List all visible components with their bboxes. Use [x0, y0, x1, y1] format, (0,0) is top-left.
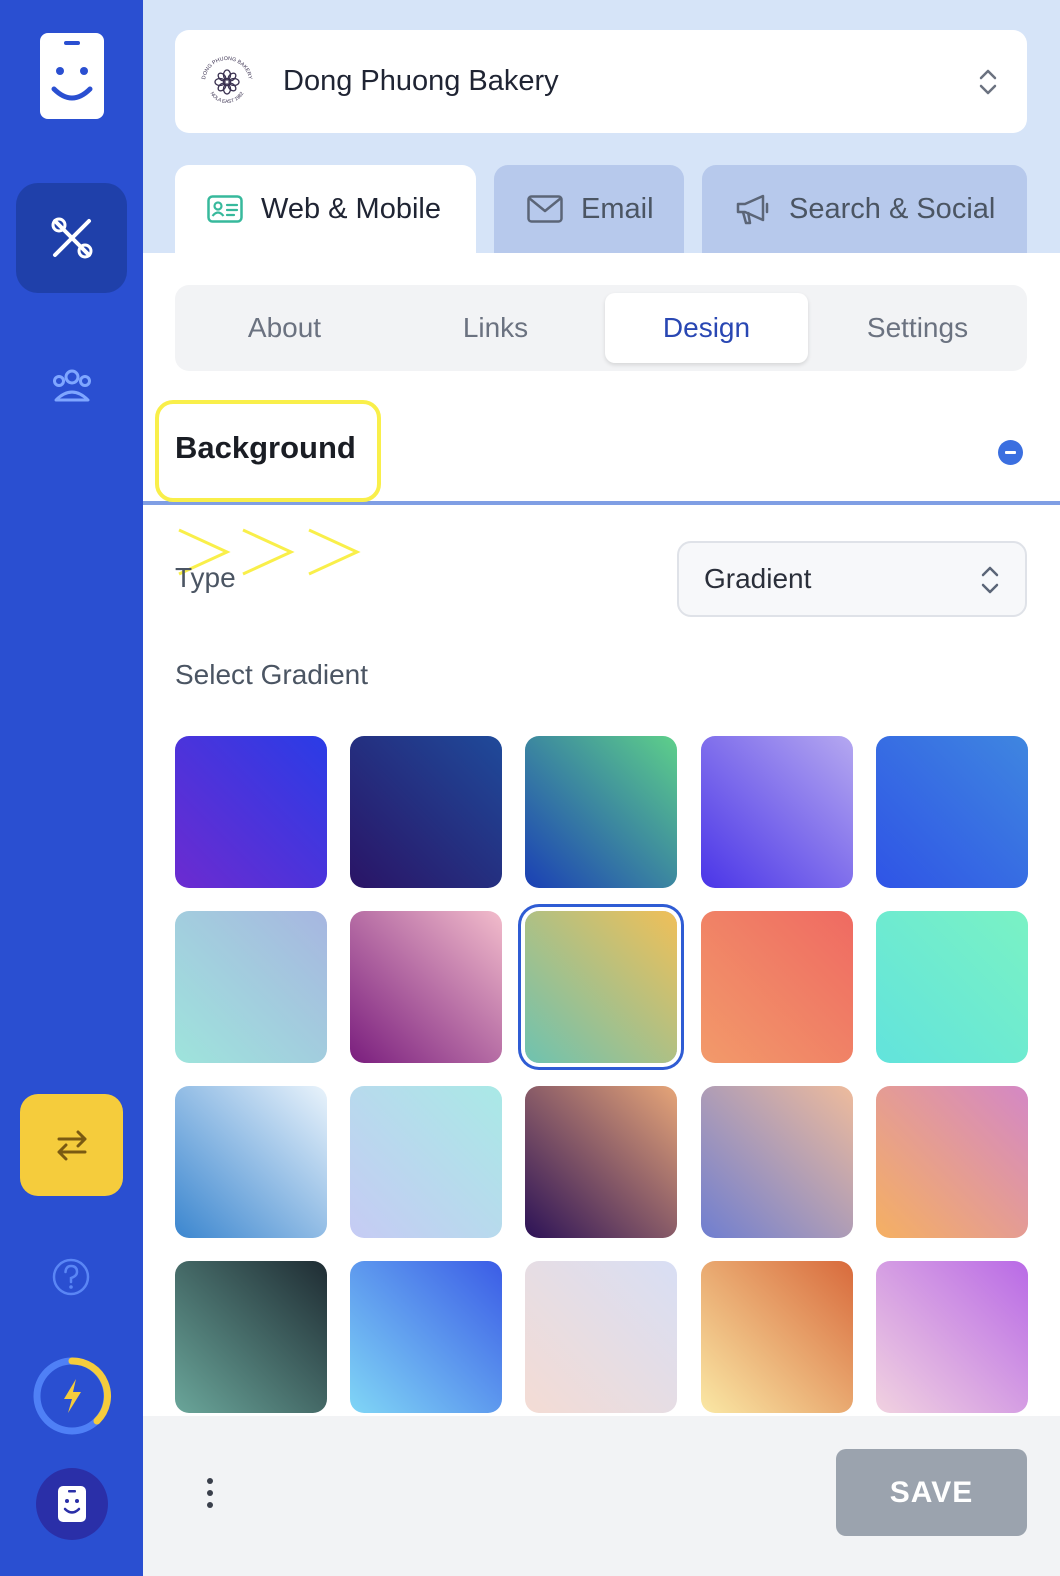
gradient-swatch[interactable]: [350, 1086, 502, 1238]
tab-web-mobile[interactable]: Web & Mobile: [175, 165, 476, 253]
profile-avatar-button[interactable]: [36, 1468, 108, 1540]
chevron-up-down-icon: [979, 69, 997, 95]
help-icon: [52, 1258, 90, 1296]
tab-search-social[interactable]: Search & Social: [702, 165, 1027, 253]
gradient-swatch[interactable]: [876, 1086, 1028, 1238]
smiley-logo-icon: [51, 41, 93, 101]
gradient-swatch[interactable]: [876, 736, 1028, 888]
collapse-minus-icon[interactable]: [998, 440, 1023, 465]
gradient-swatch[interactable]: [525, 736, 677, 888]
sidebar-tools-button[interactable]: [16, 183, 127, 293]
boost-progress-button[interactable]: [31, 1355, 113, 1437]
gradient-swatch[interactable]: [525, 911, 677, 1063]
chevron-up-down-icon: [981, 566, 999, 594]
sub-tabs: About Links Design Settings: [175, 285, 1027, 371]
team-icon: [53, 369, 91, 402]
save-button[interactable]: SAVE: [836, 1449, 1027, 1536]
tools-icon: [51, 217, 92, 259]
megaphone-icon: [735, 193, 771, 225]
tab-email[interactable]: Email: [494, 165, 684, 253]
envelope-icon: [527, 195, 563, 223]
gradient-swatch[interactable]: [876, 911, 1028, 1063]
gradient-swatch[interactable]: [701, 1261, 853, 1413]
gradient-swatch[interactable]: [525, 1261, 677, 1413]
gradient-swatch[interactable]: [175, 736, 327, 888]
gradient-swatch[interactable]: [350, 1261, 502, 1413]
tab-email-label: Email: [581, 192, 654, 225]
sidebar-team-button[interactable]: [36, 355, 108, 415]
annotation-highlight-box: [155, 400, 381, 502]
subtab-settings[interactable]: Settings: [816, 293, 1019, 363]
gradient-swatch[interactable]: [701, 736, 853, 888]
gradient-swatch[interactable]: [701, 1086, 853, 1238]
help-button[interactable]: [46, 1252, 96, 1302]
tab-search-social-label: Search & Social: [789, 192, 996, 225]
subtab-design[interactable]: Design: [605, 293, 808, 363]
type-label: Type: [175, 562, 236, 593]
gradient-swatch[interactable]: [525, 1086, 677, 1238]
gradient-swatch[interactable]: [350, 911, 502, 1063]
main-panel: DONG PHUONG BAKERY NOLA EAST 1982 Dong P…: [143, 0, 1060, 1576]
select-gradient-label: Select Gradient: [175, 659, 368, 690]
smiley-device-icon: [58, 1486, 86, 1522]
id-card-icon: [207, 195, 243, 223]
type-select-value: Gradient: [704, 563, 812, 594]
more-vertical-icon[interactable]: [205, 1478, 215, 1508]
tab-web-mobile-label: Web & Mobile: [261, 192, 441, 225]
bakery-logo-icon: DONG PHUONG BAKERY NOLA EAST 1982: [198, 53, 256, 111]
sidebar: [0, 0, 143, 1576]
swap-arrows-icon: [57, 1130, 86, 1161]
app-logo[interactable]: [40, 33, 104, 119]
gradient-swatch[interactable]: [876, 1261, 1028, 1413]
subtab-links[interactable]: Links: [394, 293, 597, 363]
swap-button[interactable]: [20, 1094, 123, 1196]
gradient-swatch[interactable]: [175, 911, 327, 1063]
gradient-swatch[interactable]: [701, 911, 853, 1063]
type-select[interactable]: Gradient: [677, 541, 1027, 617]
gradient-swatch[interactable]: [175, 1086, 327, 1238]
business-name: Dong Phuong Bakery: [283, 65, 559, 97]
subtab-about[interactable]: About: [183, 293, 386, 363]
business-selector[interactable]: DONG PHUONG BAKERY NOLA EAST 1982 Dong P…: [175, 30, 1027, 133]
gradient-swatch[interactable]: [350, 736, 502, 888]
gradient-swatch[interactable]: [175, 1261, 327, 1413]
lightning-progress-icon: [33, 1357, 111, 1435]
